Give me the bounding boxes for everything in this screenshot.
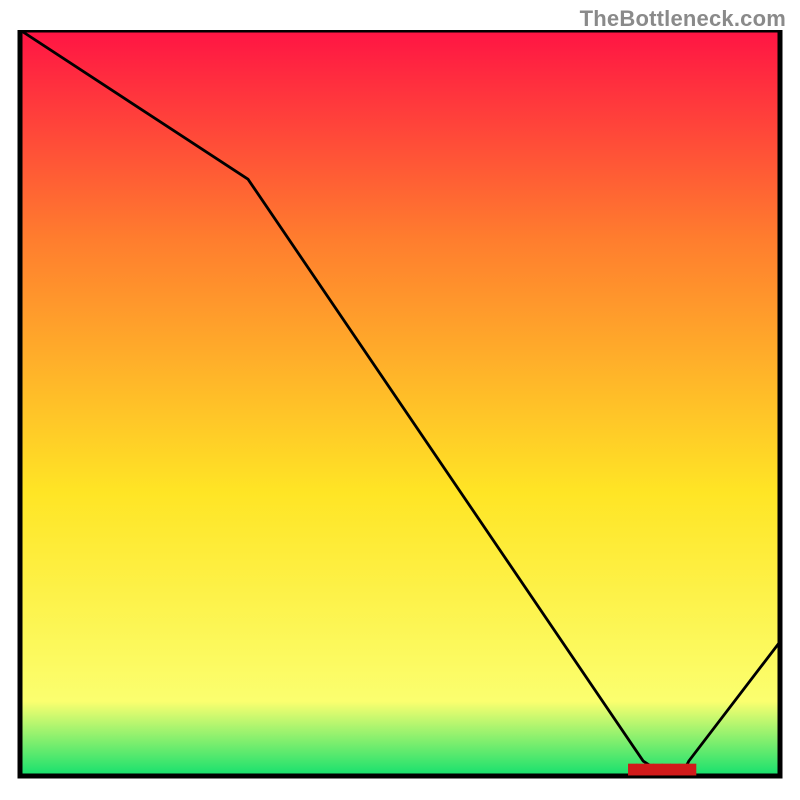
line-chart: ▇▇▇▇▇▇▇▇ (0, 30, 800, 800)
annotation-text: ▇▇▇▇▇▇▇▇ (627, 763, 696, 775)
watermark-text: TheBottleneck.com (580, 6, 786, 32)
chart-container: TheBottleneck.com ▇▇▇▇▇▇▇▇ (0, 0, 800, 800)
